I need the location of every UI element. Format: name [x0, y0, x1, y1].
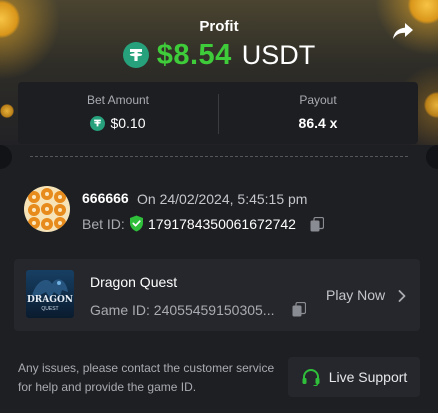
- payout-value: 86.4 x: [298, 115, 338, 131]
- bet-stats-panel: Bet Amount $0.10 Payout 86.4 x: [18, 82, 418, 144]
- bet-id-value: 1791784350061672742: [148, 216, 296, 232]
- bet-info: 666666 On 24/02/2024, 5:45:15 pm Bet ID:…: [24, 186, 424, 236]
- bet-amount-value-row: $0.10: [18, 115, 218, 131]
- profit-label: Profit: [199, 18, 239, 35]
- tether-icon: [122, 42, 149, 68]
- decorative-coin: [0, 104, 14, 118]
- shield-check-icon: [129, 215, 144, 232]
- bet-amount-stat: Bet Amount $0.10: [18, 82, 218, 144]
- payout-stat: Payout 86.4 x: [218, 82, 418, 144]
- game-id: Game ID: 24055459150305...: [90, 302, 275, 318]
- username: 666666: [82, 190, 129, 206]
- live-support-button[interactable]: Live Support: [288, 357, 420, 397]
- game-name: Dragon Quest: [90, 274, 178, 290]
- avatar-pattern: [28, 204, 40, 216]
- ticket-notch-right: [426, 145, 438, 169]
- bet-amount-value: $0.10: [110, 115, 146, 131]
- avatar-pattern: [54, 191, 66, 203]
- ticket-notch-left: [0, 145, 12, 169]
- avatar-pattern: [41, 203, 53, 215]
- game-thumb-title: DRAGON: [26, 295, 74, 305]
- avatar-pattern: [41, 188, 53, 200]
- share-button[interactable]: [392, 22, 414, 42]
- share-icon: [393, 23, 413, 39]
- chevron-right-icon: [398, 289, 406, 302]
- game-thumbnail: DRAGON QUEST: [26, 270, 74, 318]
- dashed-separator: [30, 156, 408, 157]
- avatar: [24, 186, 70, 232]
- tether-icon: [90, 115, 106, 131]
- game-card[interactable]: DRAGON QUEST Dragon Quest Game ID: 24055…: [14, 259, 420, 331]
- profit-currency: USDT: [241, 39, 316, 70]
- live-support-label: Live Support: [328, 369, 408, 385]
- bet-details-card: Profit $8.54 USDT Bet Amount $0.10 Payou…: [0, 0, 438, 413]
- support-note: Any issues, please contact the customer …: [18, 361, 275, 394]
- avatar-pattern: [54, 217, 66, 229]
- bet-id-label: Bet ID:: [82, 216, 125, 232]
- game-thumb-subtitle: QUEST: [41, 306, 59, 312]
- avatar-pattern: [41, 218, 53, 230]
- copy-icon: [292, 301, 307, 317]
- profit-amount: $8.54: [156, 38, 232, 71]
- avatar-pattern: [28, 191, 40, 203]
- avatar-pattern: [54, 204, 66, 216]
- play-now-link[interactable]: Play Now: [326, 287, 385, 303]
- avatar-pattern: [28, 217, 40, 229]
- copy-icon: [310, 216, 325, 232]
- copy-bet-id-button[interactable]: [310, 216, 325, 232]
- copy-game-id-button[interactable]: [292, 301, 307, 317]
- decorative-coin: [424, 92, 438, 118]
- bet-datetime: On 24/02/2024, 5:45:15 pm: [137, 191, 308, 207]
- bet-amount-label: Bet Amount: [86, 93, 150, 107]
- headset-icon: [302, 369, 320, 386]
- payout-label: Payout: [299, 93, 337, 107]
- profit-amount-row: $8.54 USDT: [0, 38, 438, 72]
